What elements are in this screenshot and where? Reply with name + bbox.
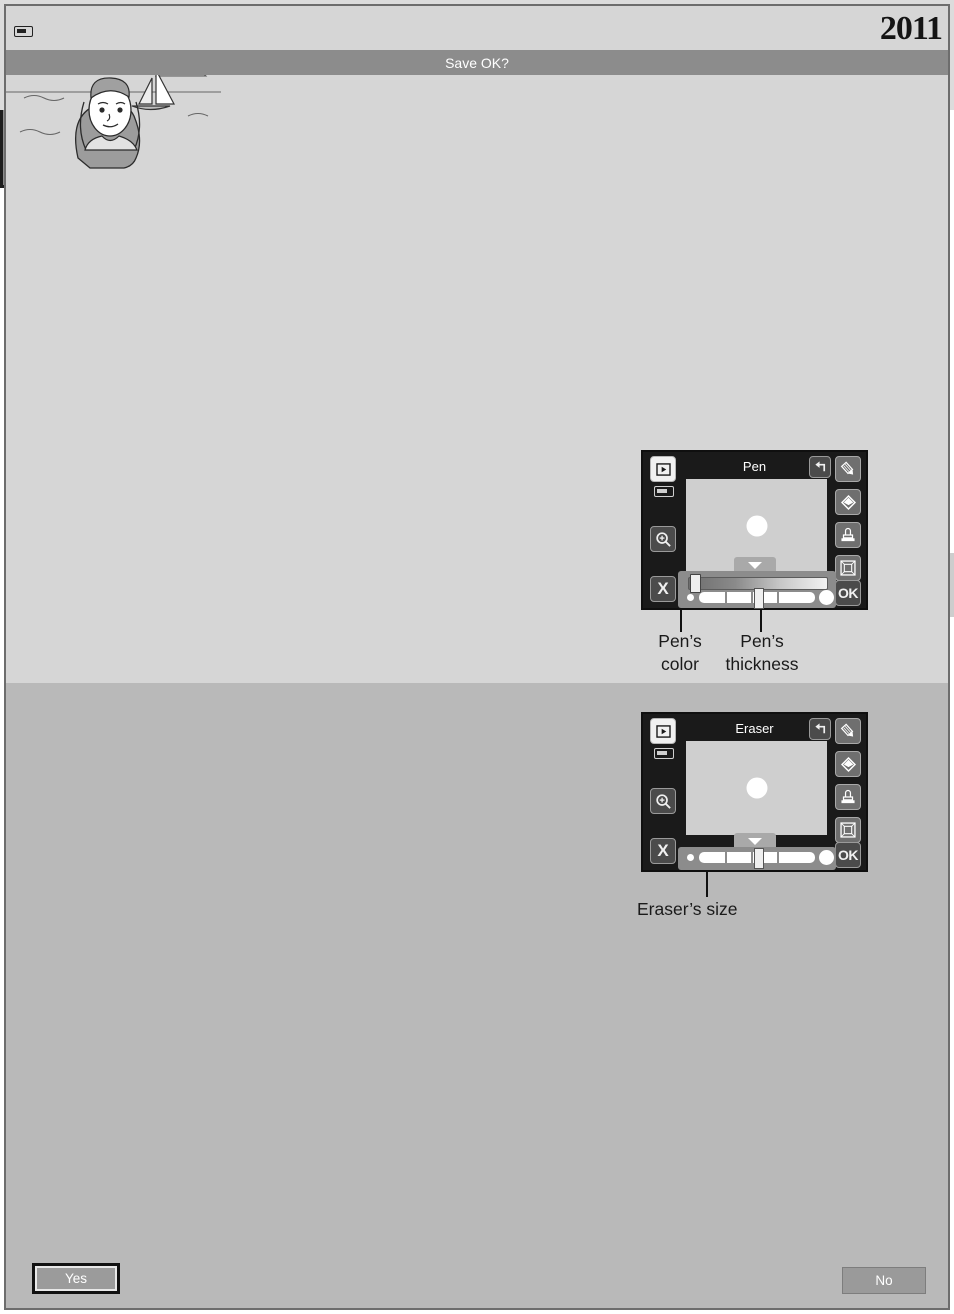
- size-min-dot: [687, 854, 694, 861]
- chevron-down-icon: [747, 561, 762, 569]
- pencil-icon[interactable]: [835, 718, 861, 744]
- thickness-min-dot: [687, 594, 694, 601]
- save-confirm-text: Save OK?: [445, 54, 509, 71]
- stamp-icon[interactable]: [835, 784, 861, 810]
- eraser-screen-title: Eraser: [735, 721, 774, 736]
- frame-icon[interactable]: [835, 817, 861, 843]
- no-button[interactable]: No: [842, 1267, 926, 1294]
- camera-screen-save-confirm: 2011 Save OK? Yes No: [0, 0, 950, 1310]
- cancel-x-button[interactable]: X: [650, 576, 676, 602]
- cancel-x-button[interactable]: X: [650, 838, 676, 864]
- eraser-size-caption: Eraser’s size: [637, 899, 738, 919]
- frame-icon[interactable]: [835, 555, 861, 581]
- ok-button-label: OK: [838, 585, 859, 601]
- pen-thickness-caption-l1: Pen’s: [740, 631, 784, 651]
- back-arrow-icon[interactable]: [809, 718, 831, 740]
- cancel-x-label: X: [657, 841, 669, 860]
- camera-screen-eraser: Eraser X OK: [641, 712, 868, 872]
- eraser-slider-panel: [678, 847, 836, 870]
- size-max-dot: [819, 850, 834, 865]
- pen-thickness-caption: Pen’s thickness: [700, 630, 824, 676]
- eraser-size-leader-line: [706, 872, 708, 897]
- playback-icon[interactable]: [650, 718, 676, 744]
- handwritten-year-overlay: 2011: [879, 10, 943, 47]
- playback-icon[interactable]: [650, 456, 676, 482]
- battery-icon: [14, 26, 33, 37]
- eraser-diamond-icon[interactable]: [835, 751, 861, 777]
- pen-slider-panel: [678, 571, 836, 609]
- magnifier-plus-icon[interactable]: [650, 788, 676, 814]
- back-arrow-icon[interactable]: [809, 456, 831, 478]
- pen-screen-title: Pen: [742, 459, 767, 474]
- pen-preview-dot: [746, 515, 767, 537]
- yes-button-label: Yes: [64, 1271, 88, 1286]
- magnifier-plus-icon[interactable]: [650, 526, 676, 552]
- eraser-size-slider-knob[interactable]: [754, 848, 764, 869]
- battery-icon: [654, 486, 674, 497]
- pencil-icon[interactable]: [835, 456, 861, 482]
- pen-color-leader-line: [680, 610, 682, 632]
- camera-screen-pen: Pen X OK: [641, 450, 868, 610]
- thickness-max-dot: [819, 590, 834, 605]
- pen-thickness-caption-l2: thickness: [725, 653, 799, 674]
- ok-button-label: OK: [838, 847, 859, 863]
- no-button-label: No: [875, 1273, 893, 1288]
- pen-thickness-leader-line: [760, 610, 762, 632]
- ok-button[interactable]: OK: [835, 580, 861, 606]
- eraser-preview-area[interactable]: [686, 741, 827, 835]
- eraser-diamond-icon[interactable]: [835, 489, 861, 515]
- battery-icon: [654, 748, 674, 759]
- eraser-preview-dot: [746, 777, 767, 799]
- chevron-down-icon: [747, 837, 762, 845]
- ok-button[interactable]: OK: [835, 842, 861, 868]
- yes-button[interactable]: Yes: [32, 1263, 120, 1294]
- stamp-icon[interactable]: [835, 522, 861, 548]
- cancel-x-label: X: [657, 579, 669, 598]
- pen-thickness-slider-knob[interactable]: [754, 588, 764, 609]
- save-confirm-banner: Save OK?: [6, 50, 948, 75]
- pen-color-slider-knob[interactable]: [690, 574, 701, 593]
